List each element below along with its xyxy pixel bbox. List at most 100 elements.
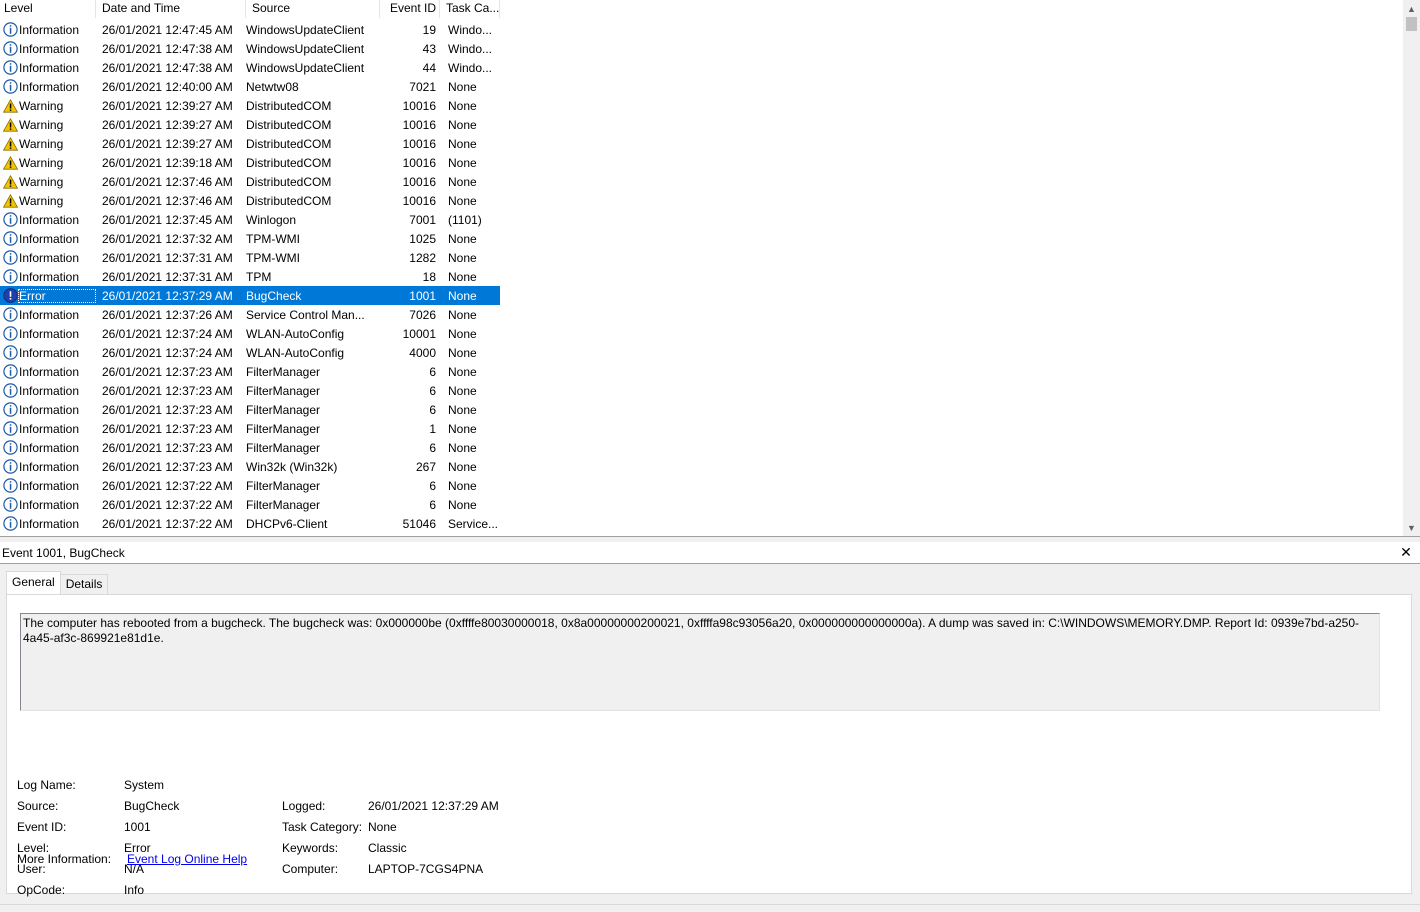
information-icon <box>2 478 18 494</box>
information-icon <box>2 516 18 532</box>
event-row[interactable]: Information 26/01/2021 12:37:31 AM TPM-WMI… <box>0 248 500 267</box>
information-icon <box>2 383 18 399</box>
event-task-category: None <box>448 497 477 512</box>
event-row[interactable]: Information 26/01/2021 12:37:31 AM TPM 18 No… <box>0 267 500 286</box>
event-detail-pane: Event 1001, BugCheck ✕ General Details T… <box>0 542 1420 912</box>
event-level: Information <box>19 231 80 246</box>
event-source: FilterManager <box>246 364 321 379</box>
event-row[interactable]: Information 26/01/2021 12:37:26 AM Service… <box>0 305 500 324</box>
event-row[interactable]: Information 26/01/2021 12:37:32 AM TPM-WMI… <box>0 229 500 248</box>
event-id: 10016 <box>402 174 436 189</box>
event-date-time: 26/01/2021 12:37:45 AM <box>102 212 233 227</box>
information-icon <box>2 364 18 380</box>
event-level: Warning <box>19 193 64 208</box>
event-source: TPM-WMI <box>246 231 300 246</box>
event-level: Information <box>19 22 80 37</box>
event-task-category: None <box>448 345 477 360</box>
event-row[interactable]: Information 26/01/2021 12:47:45 AM Windows… <box>0 20 500 39</box>
event-description-box[interactable]: The computer has rebooted from a bugchec… <box>20 613 1380 711</box>
tab-details[interactable]: Details <box>59 574 109 594</box>
event-level: Warning <box>19 155 64 170</box>
event-id: 10016 <box>402 98 436 113</box>
event-row[interactable]: Information 26/01/2021 12:47:38 AM Windows… <box>0 39 500 58</box>
event-date-time: 26/01/2021 12:37:22 AM <box>102 478 233 493</box>
event-row[interactable]: Information 26/01/2021 12:37:23 AM FilterM… <box>0 438 500 457</box>
information-icon <box>2 79 18 95</box>
event-source: FilterManager <box>246 421 321 436</box>
event-task-category: None <box>448 307 477 322</box>
information-icon <box>2 497 18 513</box>
event-row[interactable]: Information 26/01/2021 12:37:24 AM WLAN-Au… <box>0 343 500 362</box>
event-id: 6 <box>429 440 436 455</box>
event-task-category: None <box>448 79 477 94</box>
event-date-time: 26/01/2021 12:37:22 AM <box>102 497 233 512</box>
information-icon <box>2 459 18 475</box>
event-task-category: None <box>448 326 477 341</box>
event-row[interactable]: Information 26/01/2021 12:37:24 AM WLAN-Au… <box>0 324 500 343</box>
event-row[interactable]: Information 26/01/2021 12:37:23 AM FilterM… <box>0 381 500 400</box>
event-id: 4000 <box>409 345 436 360</box>
event-id: 10016 <box>402 117 436 132</box>
event-row[interactable]: Warning 26/01/2021 12:37:46 AM Distributed… <box>0 191 500 210</box>
task-category-label: Task Category: <box>282 820 363 834</box>
event-source: BugCheck <box>246 288 302 303</box>
event-id: 51046 <box>402 516 436 531</box>
detail-title: Event 1001, BugCheck <box>2 546 125 560</box>
column-header-source[interactable]: Source <box>246 0 380 18</box>
event-source: Win32k (Win32k) <box>246 459 338 474</box>
event-id: 43 <box>422 41 436 56</box>
event-row[interactable]: Information 26/01/2021 12:37:22 AM FilterM… <box>0 476 500 495</box>
task-category-value: None <box>368 820 397 834</box>
warning-icon <box>2 193 18 209</box>
event-task-category: None <box>448 231 477 246</box>
information-icon <box>2 326 18 342</box>
event-row[interactable]: Information 26/01/2021 12:37:23 AM FilterM… <box>0 419 500 438</box>
close-icon[interactable]: ✕ <box>1398 544 1414 560</box>
event-id: 6 <box>429 364 436 379</box>
event-date-time: 26/01/2021 12:37:32 AM <box>102 231 233 246</box>
warning-icon <box>2 136 18 152</box>
event-level: Information <box>19 364 80 379</box>
event-level: Warning <box>19 117 64 132</box>
event-level: Information <box>19 250 80 265</box>
event-date-time: 26/01/2021 12:37:31 AM <box>102 250 233 265</box>
column-header-date-time[interactable]: Date and Time <box>96 0 246 18</box>
event-date-time: 26/01/2021 12:37:46 AM <box>102 174 233 189</box>
event-source: TPM <box>246 269 272 284</box>
event-task-category: None <box>448 193 477 208</box>
event-date-time: 26/01/2021 12:37:23 AM <box>102 440 233 455</box>
event-row[interactable]: Information 26/01/2021 12:37:23 AM FilterM… <box>0 362 500 381</box>
event-row[interactable]: Warning 26/01/2021 12:37:46 AM Distributed… <box>0 172 500 191</box>
event-row[interactable]: Information 26/01/2021 12:47:38 AM Windows… <box>0 58 500 77</box>
event-source: FilterManager <box>246 383 321 398</box>
event-row[interactable]: Information 26/01/2021 12:37:45 AM Winlogo… <box>0 210 500 229</box>
event-row[interactable]: Information 26/01/2021 12:37:22 AM FilterM… <box>0 495 500 514</box>
event-date-time: 26/01/2021 12:47:38 AM <box>102 60 233 75</box>
scrollbar-thumb[interactable] <box>1406 17 1417 31</box>
logged-label: Logged: <box>282 799 326 813</box>
event-row[interactable]: Warning 26/01/2021 12:39:18 AM Distributed… <box>0 153 500 172</box>
event-row[interactable]: Warning 26/01/2021 12:39:27 AM Distributed… <box>0 96 500 115</box>
event-source: Netwtw08 <box>246 79 299 94</box>
event-log-online-help-link[interactable]: Event Log Online Help <box>127 852 247 866</box>
event-id: 6 <box>429 497 436 512</box>
opcode-label: OpCode: <box>17 883 66 897</box>
vertical-scrollbar[interactable]: ▲ ▼ <box>1403 0 1420 536</box>
event-row[interactable]: Information 26/01/2021 12:37:23 AM Win32k … <box>0 457 500 476</box>
column-header-level[interactable]: Level <box>0 0 96 18</box>
event-row[interactable]: Information 26/01/2021 12:37:23 AM FilterM… <box>0 400 500 419</box>
scroll-up-arrow-icon[interactable]: ▲ <box>1403 0 1420 17</box>
event-source: FilterManager <box>246 440 321 455</box>
warning-icon <box>2 98 18 114</box>
information-icon <box>2 22 18 38</box>
event-row-selected[interactable]: Error 26/01/2021 12:37:29 AM BugCheck 1001 N… <box>0 286 500 305</box>
column-header-task-category[interactable]: Task Ca... <box>440 0 500 18</box>
event-row[interactable]: Information 26/01/2021 12:37:22 AM DHCPv6-… <box>0 514 500 533</box>
scroll-down-arrow-icon[interactable]: ▼ <box>1403 519 1420 536</box>
column-header-event-id[interactable]: Event ID <box>380 0 440 18</box>
event-date-time: 26/01/2021 12:47:45 AM <box>102 22 233 37</box>
event-row[interactable]: Warning 26/01/2021 12:39:27 AM Distributed… <box>0 134 500 153</box>
event-row[interactable]: Information 26/01/2021 12:40:00 AM Netwtw0… <box>0 77 500 96</box>
tab-general[interactable]: General <box>6 571 61 594</box>
event-row[interactable]: Warning 26/01/2021 12:39:27 AM Distributed… <box>0 115 500 134</box>
